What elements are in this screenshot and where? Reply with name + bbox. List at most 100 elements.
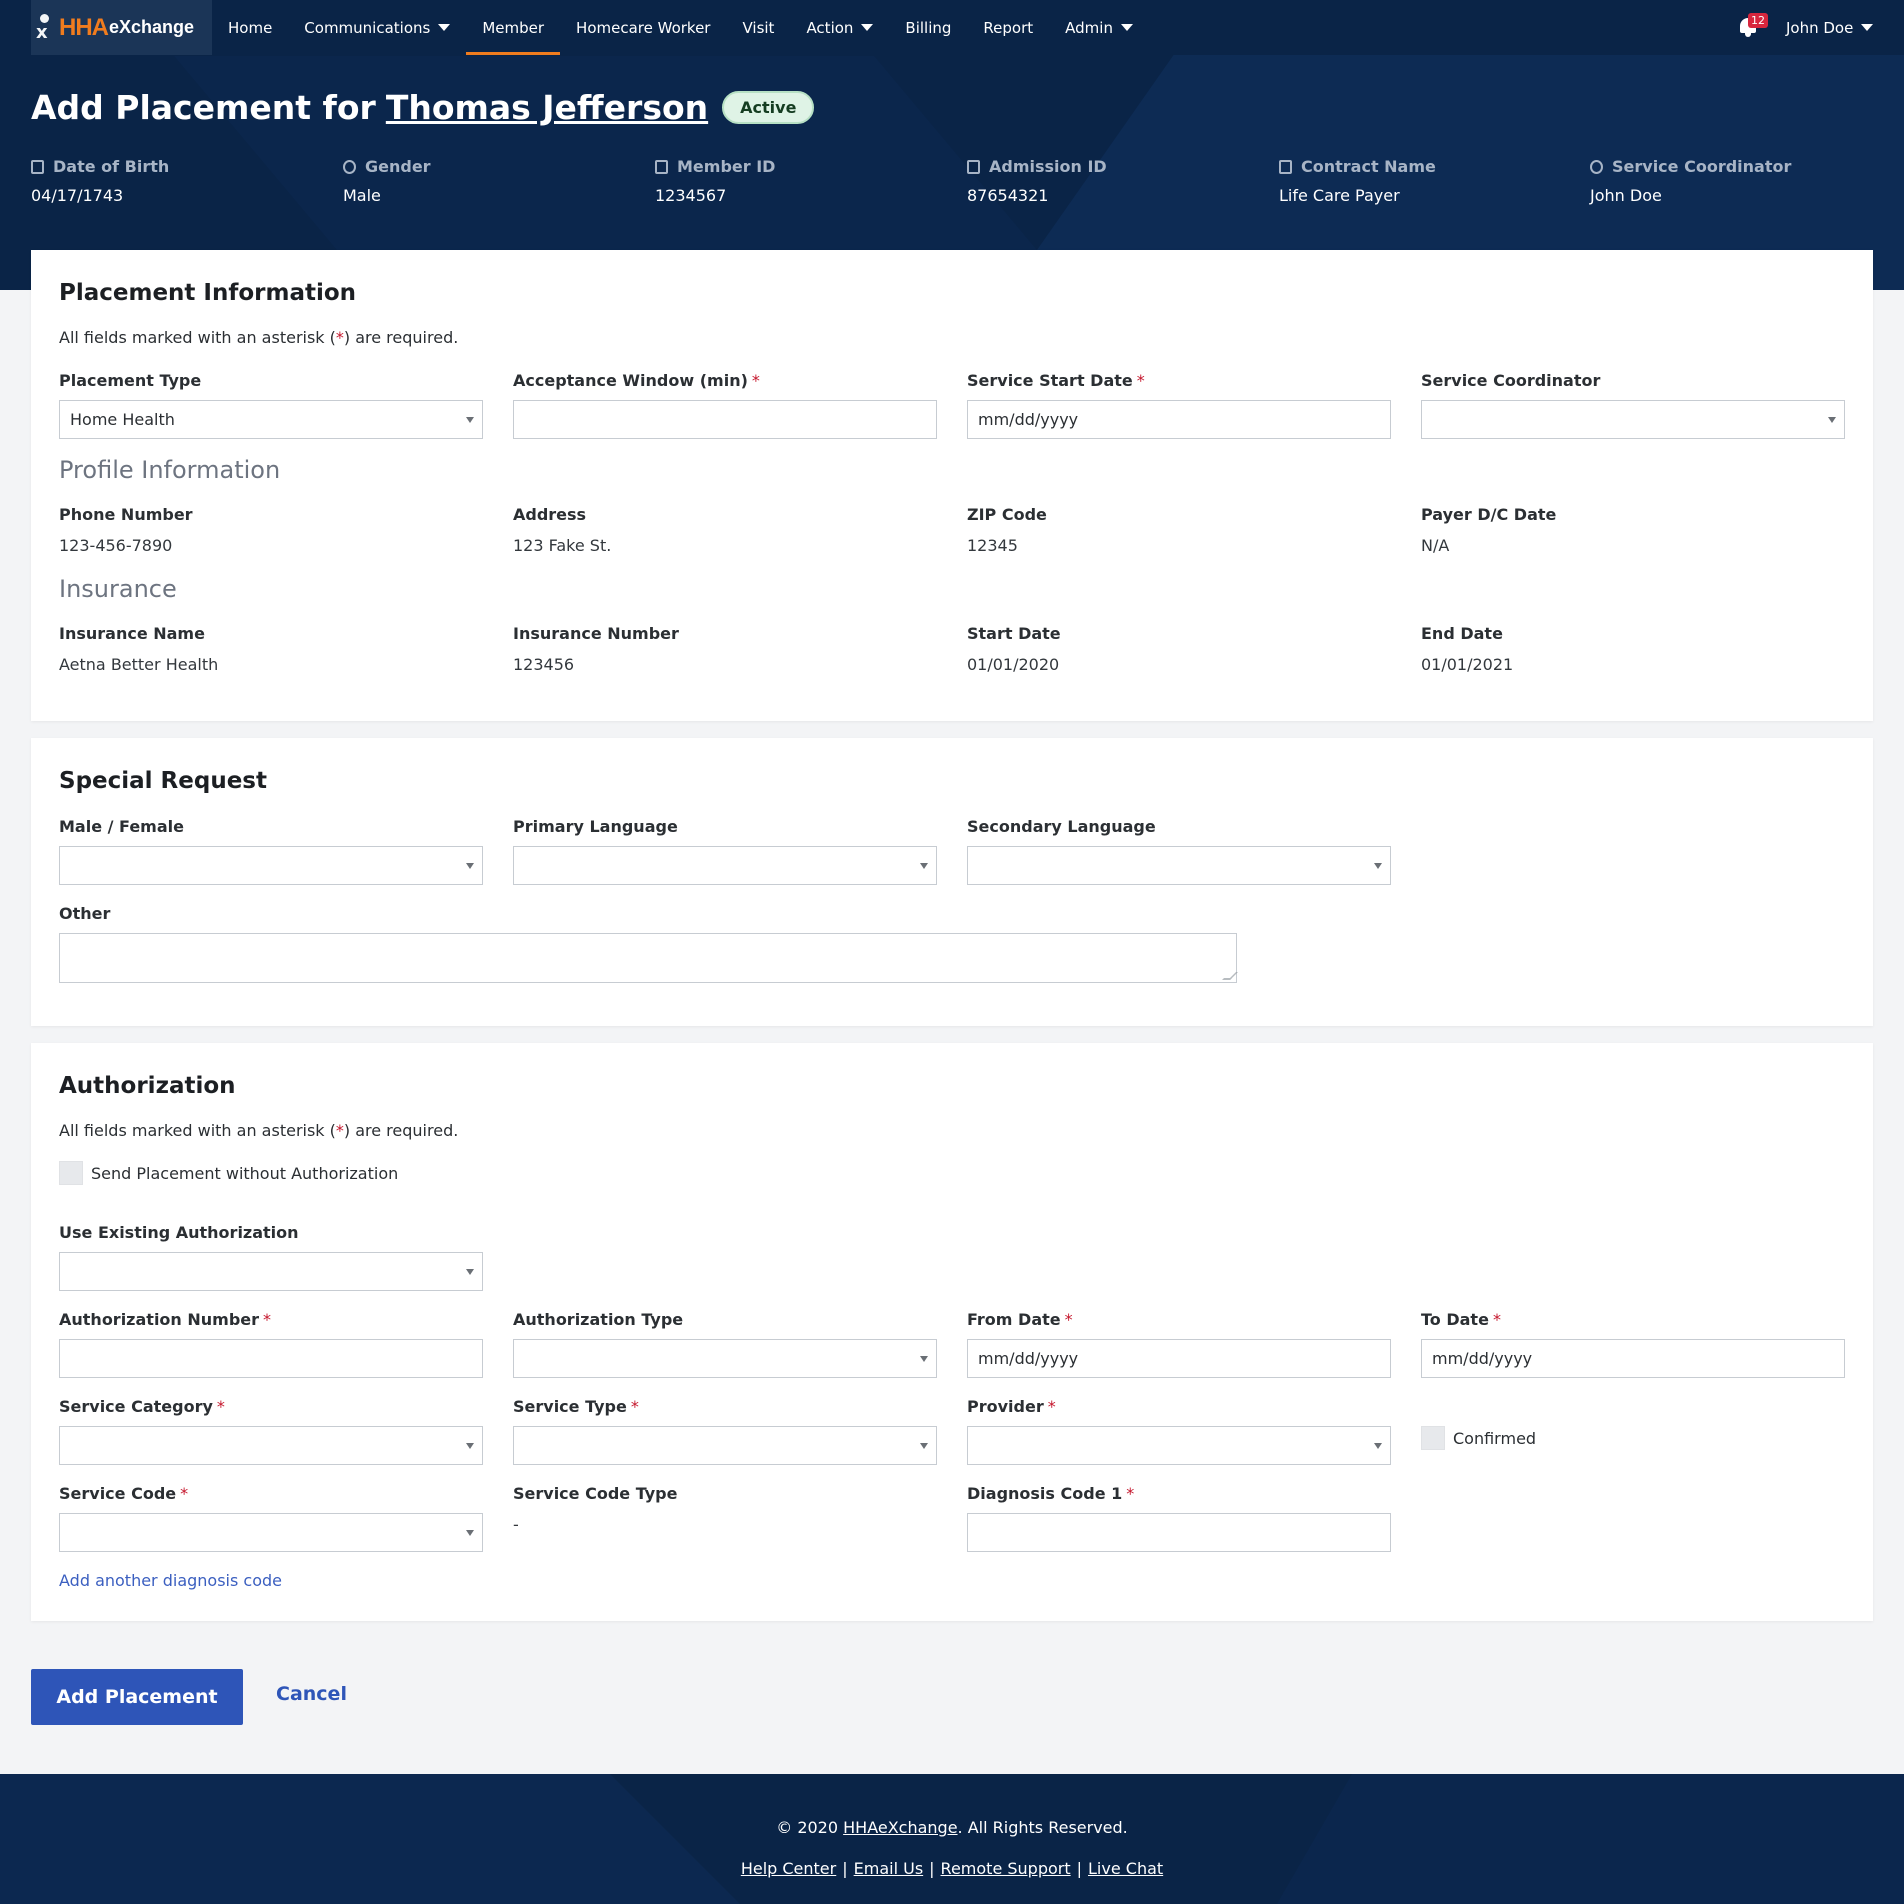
help-center-link[interactable]: Help Center [741,1859,836,1878]
service-coordinator-select[interactable] [1421,400,1845,439]
provider-field: Provider * [967,1397,1391,1465]
diagnosis-code-field: Diagnosis Code 1 * [967,1484,1391,1552]
nav-billing[interactable]: Billing [889,0,967,55]
acceptance-window-field: Acceptance Window (min) * [513,371,937,439]
special-request-card: Special Request Male / Female Primary La… [31,738,1873,1026]
section-title: Special Request [59,768,267,794]
calendar-icon [31,159,44,174]
user-menu[interactable]: John Doe [1786,0,1874,55]
add-diagnosis-code-link[interactable]: Add another diagnosis code [59,1571,282,1590]
section-title: Placement Information [59,280,357,306]
confirmed-label: Confirmed [1453,1429,1537,1448]
dropdown-arrow-icon [466,1269,474,1275]
meta-member-id: Member ID 1234567 [655,157,776,205]
to-date-field: To Date * mm/dd/yyyy [1421,1310,1845,1378]
authorization-type-select[interactable] [513,1339,937,1378]
nav-homecare-worker[interactable]: Homecare Worker [560,0,726,55]
dropdown-arrow-icon [466,1530,474,1536]
nav-report[interactable]: Report [967,0,1049,55]
to-date-input[interactable]: mm/dd/yyyy [1421,1339,1845,1378]
dropdown-arrow-icon [1828,417,1836,423]
authorization-number-input[interactable] [59,1339,483,1378]
secondary-language-field: Secondary Language [967,817,1391,885]
insurance-start-date: Start Date 01/01/2020 [967,624,1061,674]
id-badge-icon [655,159,668,174]
insurance-end-date: End Date 01/01/2021 [1421,624,1514,674]
insurance-name: Insurance Name Aetna Better Health [59,624,219,674]
gender-preference-select[interactable] [59,846,483,885]
resize-handle-icon[interactable] [1222,972,1238,980]
service-start-date-field: Service Start Date * mm/dd/yyyy [967,371,1391,439]
service-coordinator-field: Service Coordinator [1421,371,1845,439]
meta-contract-name: Contract Name Life Care Payer [1279,157,1436,205]
section-title: Authorization [59,1073,236,1099]
acceptance-window-input[interactable] [513,400,937,439]
dropdown-arrow-icon [920,863,928,869]
footer-links: Help Center | Email Us | Remote Support | Live… [740,1859,1164,1878]
meta-date-of-birth: Date of Birth 04/17/1743 [31,157,170,205]
dropdown-arrow-icon [1374,863,1382,869]
use-existing-authorization-select[interactable] [59,1252,483,1291]
member-name-link[interactable]: Thomas Jefferson [386,88,708,127]
use-existing-authorization-field: Use Existing Authorization [59,1223,483,1291]
send-without-authorization-label: Send Placement without Authorization [91,1164,399,1183]
service-code-field: Service Code * [59,1484,483,1552]
dropdown-arrow-icon [466,1443,474,1449]
hhaexchange-link[interactable]: HHAeXchange [843,1818,957,1837]
logo-figure-icon: x [35,13,53,42]
profile-information-heading: Profile Information [59,456,281,484]
confirmed-checkbox[interactable] [1421,1426,1445,1450]
secondary-language-select[interactable] [967,846,1391,885]
live-chat-link[interactable]: Live Chat [1088,1859,1163,1878]
service-type-select[interactable] [513,1426,937,1465]
hhaexchange-logo[interactable]: x HHA eXchange [31,0,212,55]
service-type-field: Service Type * [513,1397,937,1465]
nav-action[interactable]: Action [790,0,889,55]
dropdown-arrow-icon [920,1443,928,1449]
authorization-type-field: Authorization Type [513,1310,937,1378]
cancel-button[interactable]: Cancel [276,1683,347,1705]
provider-select[interactable] [967,1426,1391,1465]
service-code-select[interactable] [59,1513,483,1552]
required-note: All fields marked with an asterisk (*) a… [59,1121,459,1140]
document-icon [1279,159,1292,174]
from-date-input[interactable]: mm/dd/yyyy [967,1339,1391,1378]
nav-member[interactable]: Member [466,0,560,55]
other-field-label: Other [59,904,111,923]
authorization-number-field: Authorization Number * [59,1310,483,1378]
placement-type-select[interactable]: Home Health [59,400,483,439]
gender-icon [343,159,356,174]
nav-admin[interactable]: Admin [1049,0,1149,55]
add-placement-button[interactable]: Add Placement [31,1669,243,1725]
meta-admission-id: Admission ID 87654321 [967,157,1107,205]
dropdown-arrow-icon [1374,1443,1382,1449]
placement-type-field: Placement Type Home Health [59,371,483,439]
gender-preference-field: Male / Female [59,817,483,885]
nav-visit[interactable]: Visit [726,0,790,55]
primary-language-field: Primary Language [513,817,937,885]
placement-information-card: Placement Information All fields marked … [31,250,1873,721]
insurance-heading: Insurance [59,575,177,603]
send-without-authorization-checkbox[interactable] [59,1161,83,1185]
dropdown-arrow-icon [466,417,474,423]
other-textarea[interactable] [59,933,1238,983]
id-card-icon [967,159,980,174]
diagnosis-code-input[interactable] [967,1513,1391,1552]
copyright: © 2020 HHAeXchange. All Rights Reserved. [776,1818,1128,1837]
meta-service-coordinator: Service Coordinator John Doe [1590,157,1792,205]
email-us-link[interactable]: Email Us [854,1859,924,1878]
service-category-select[interactable] [59,1426,483,1465]
insurance-number: Insurance Number 123456 [513,624,679,674]
page-title: Add Placement for Thomas Jefferson Activ… [31,88,815,127]
nav-communications[interactable]: Communications [288,0,466,55]
address: Address 123 Fake St. [513,505,612,555]
status-badge: Active [722,91,815,124]
phone-number: Phone Number 123-456-7890 [59,505,193,555]
dropdown-arrow-icon [466,863,474,869]
user-circle-icon [1590,159,1603,174]
footer: © 2020 HHAeXchange. All Rights Reserved.… [0,1774,1904,1904]
service-start-date-input[interactable]: mm/dd/yyyy [967,400,1391,439]
remote-support-link[interactable]: Remote Support [941,1859,1071,1878]
nav-home[interactable]: Home [212,0,288,55]
primary-language-select[interactable] [513,846,937,885]
